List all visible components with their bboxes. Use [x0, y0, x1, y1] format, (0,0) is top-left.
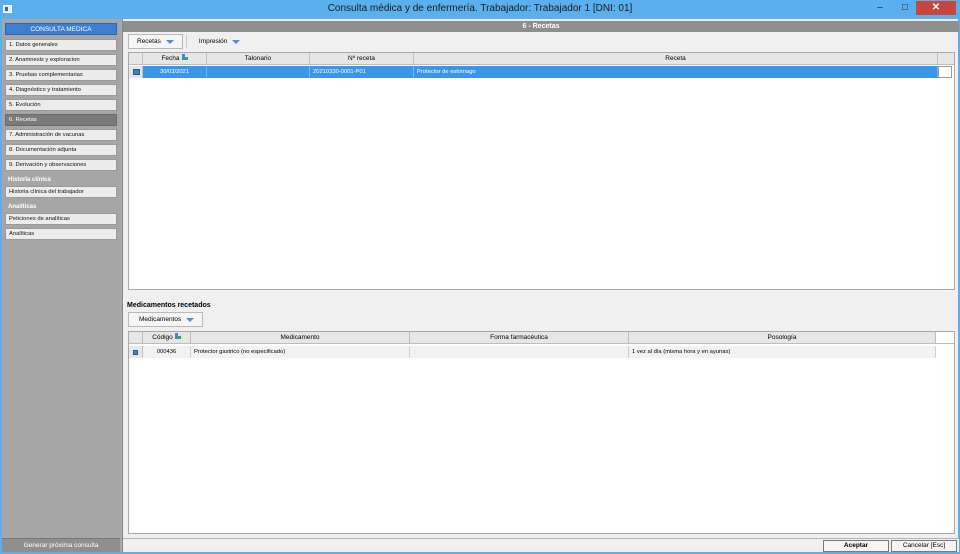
recetas-grid-header: Fecha Talonario Nº receta Receta [129, 53, 954, 65]
sidebar-item-vacunas[interactable]: 7. Administración de vacunas [5, 129, 117, 141]
column-header-filler [936, 332, 954, 343]
main-frame: CONSULTA MEDICA 1. Datos generales 2. An… [2, 19, 959, 552]
chevron-down-icon [232, 39, 241, 44]
row-indicator [129, 346, 143, 358]
impresion-menu-button[interactable]: Impresión [190, 34, 250, 49]
cell-filler [938, 66, 952, 78]
medicamentos-title: Medicamentos recetados [127, 302, 211, 309]
cell-codigo: 000436 [143, 346, 191, 358]
sidebar-item-documentacion[interactable]: 8. Documentación adjunta [5, 144, 117, 156]
column-header-fecha[interactable]: Fecha [143, 53, 207, 64]
sidebar-section-historia: Historia clínica [8, 177, 51, 183]
column-header-talonario[interactable]: Talonario [207, 53, 310, 64]
recetas-menu-label: Recetas [137, 38, 161, 45]
sort-icon [181, 54, 188, 61]
close-button[interactable]: ✕ [916, 1, 956, 15]
column-header-posologia[interactable]: Posología [629, 332, 936, 343]
cell-fecha: 30/03/2021 [143, 66, 207, 78]
medicamentos-grid-header: Código Medicamento Forma farmacéutica Po… [129, 332, 954, 344]
impresion-menu-label: Impresión [198, 38, 228, 45]
recetas-menu-button[interactable]: Recetas [128, 34, 183, 49]
toolbar-divider [185, 35, 187, 48]
sidebar: CONSULTA MEDICA 1. Datos generales 2. An… [2, 19, 120, 552]
medicamentos-grid[interactable]: Código Medicamento Forma farmacéutica Po… [128, 331, 955, 534]
column-header-medicamento[interactable]: Medicamento [191, 332, 410, 343]
medicamentos-toolbar: Medicamentos [128, 312, 204, 327]
window-titlebar: Consulta médica y de enfermería. Trabaja… [0, 0, 960, 19]
cell-posologia: 1 vez al día (misma hora y en ayunas) [629, 346, 936, 358]
record-icon [133, 350, 138, 355]
content-panel: 6 - Recetas Recetas Impresión Fecha Talo… [122, 19, 959, 552]
section-title: 6 - Recetas [123, 21, 959, 32]
cell-numero-receta: 20210330-0001-P01 [310, 66, 414, 78]
row-indicator-header [129, 332, 143, 343]
sort-icon [174, 333, 181, 340]
column-header-forma-farmaceutica[interactable]: Forma farmacéutica [410, 332, 629, 343]
row-indicator [129, 66, 143, 78]
sidebar-section-analiticas: Analíticas [8, 204, 37, 210]
medicamentos-menu-label: Medicamentos [139, 316, 182, 323]
column-header-filler [938, 53, 952, 64]
recetas-grid[interactable]: Fecha Talonario Nº receta Receta 30/03/2… [128, 52, 955, 290]
table-row[interactable]: 30/03/2021 20210330-0001-P01 Protector d… [129, 66, 954, 78]
sidebar-item-peticiones-analiticas[interactable]: Peticiones de analíticas [5, 213, 117, 225]
column-header-numero-receta[interactable]: Nº receta [310, 53, 414, 64]
chevron-down-icon [165, 39, 174, 44]
sidebar-item-pruebas[interactable]: 3. Pruebas complementarias [5, 69, 117, 81]
sidebar-item-anamnesis[interactable]: 2. Anamnesis y exploracion [5, 54, 117, 66]
cell-medicamento: Protector gastrico (no especificado) [191, 346, 410, 358]
sidebar-list: 1. Datos generales 2. Anamnesis y explor… [5, 39, 117, 243]
cell-talonario [207, 66, 310, 78]
sidebar-item-historia-trabajador[interactable]: Historia clínica del trabajador [5, 186, 117, 198]
window-title: Consulta médica y de enfermería. Trabaja… [327, 3, 633, 14]
sidebar-item-recetas[interactable]: 6. Recetas [5, 114, 117, 126]
record-icon [133, 69, 140, 75]
sidebar-header[interactable]: CONSULTA MEDICA [5, 23, 117, 35]
generate-next-consult-button[interactable]: Generar próxima consulta [2, 538, 120, 552]
chevron-down-icon [186, 317, 195, 322]
column-header-codigo[interactable]: Código [143, 332, 191, 343]
cell-forma-farmaceutica [410, 346, 629, 358]
recetas-toolbar: Recetas Impresión [128, 34, 249, 49]
sidebar-item-diagnostico[interactable]: 4. Diagnóstico y tratamiento [5, 84, 117, 96]
sidebar-item-evolucion[interactable]: 5. Evolución [5, 99, 117, 111]
accept-button[interactable]: Aceptar [823, 540, 889, 552]
row-indicator-header [129, 53, 143, 64]
sidebar-item-analiticas[interactable]: Analíticas [5, 228, 117, 240]
cell-receta: Protector de estomago [414, 66, 938, 78]
column-header-receta[interactable]: Receta [414, 53, 938, 64]
minimize-button[interactable]: – [868, 1, 892, 15]
footer-bar: Aceptar Cancelar [Esc] [123, 538, 959, 552]
sidebar-item-derivacion[interactable]: 9. Derivación y observaciones [5, 159, 117, 171]
cancel-button[interactable]: Cancelar [Esc] [891, 540, 957, 552]
sidebar-item-datos-generales[interactable]: 1. Datos generales [5, 39, 117, 51]
table-row[interactable]: 000436 Protector gastrico (no especifica… [129, 346, 954, 358]
maximize-button[interactable]: □ [893, 1, 917, 15]
medicamentos-menu-button[interactable]: Medicamentos [128, 312, 204, 327]
